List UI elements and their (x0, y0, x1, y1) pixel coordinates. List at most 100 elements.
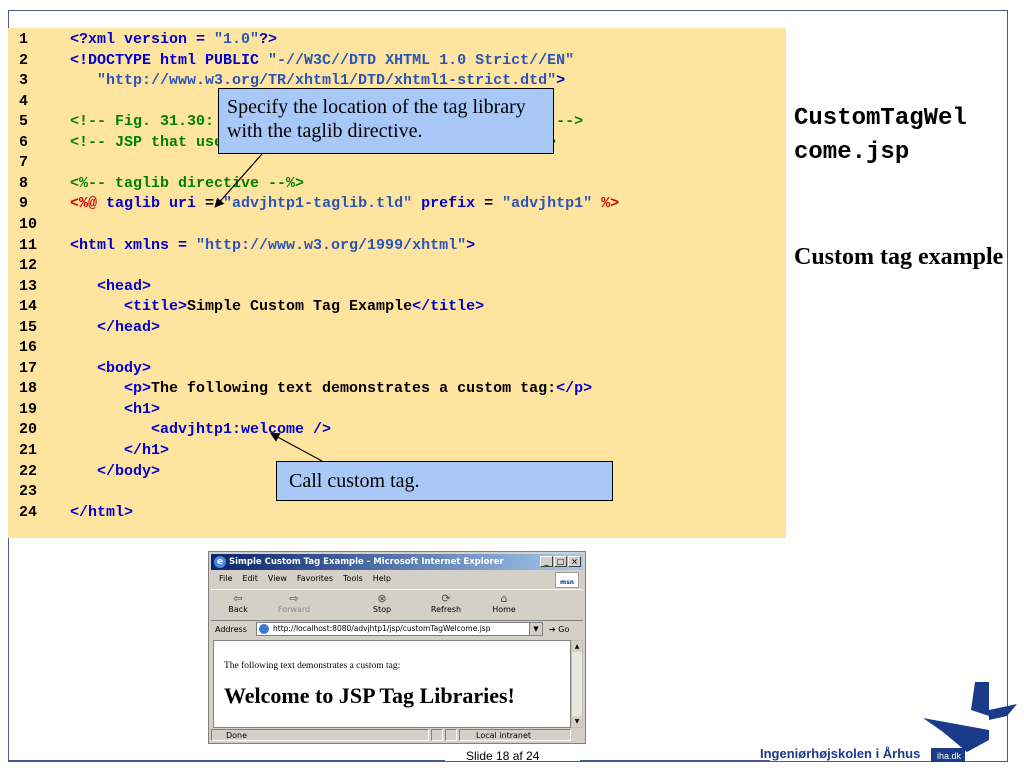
code-token: "-//W3C//DTD XHTML 1.0 Strict//EN" (268, 51, 575, 69)
minimize-button[interactable]: _ (540, 556, 553, 567)
refresh-icon: ⟳ (441, 592, 451, 605)
status-cell-blank-2 (445, 729, 457, 741)
menu-item-file[interactable]: File (219, 571, 232, 587)
browser-titlebar: e Simple Custom Tag Example - Microsoft … (211, 554, 583, 570)
code-token: <advjhtp1:welcome /> (70, 421, 332, 439)
line-number: 2 (19, 51, 29, 69)
menu-item-view[interactable]: View (268, 571, 287, 587)
code-token: <body> (70, 359, 152, 377)
code-token: </body> (70, 462, 161, 480)
side-subtitle: Custom tag example (794, 244, 1004, 270)
code-token: prefix (412, 195, 476, 213)
back-arrow-icon: ⇦ (233, 592, 243, 605)
code-text: <advjhtp1:welcome /> (70, 420, 331, 440)
slide-number: Slide 18 af 24 (466, 749, 540, 763)
code-token: Simple Custom Tag Example (187, 298, 413, 316)
line-number: 16 (19, 339, 38, 357)
code-text: </html> (70, 503, 133, 523)
code-text: <!DOCTYPE html PUBLIC "-//W3C//DTD XHTML… (70, 51, 574, 71)
code-token: "1.0" (214, 31, 260, 48)
callout-taglib-text: Specify the location of the tag library … (227, 96, 526, 142)
footer-line-left (8, 760, 445, 761)
side-title: CustomTagWel come.jsp (794, 105, 967, 166)
address-dropdown-icon[interactable]: ▼ (529, 623, 542, 635)
line-number: 24 (19, 503, 38, 521)
go-arrow-icon: ➔ (549, 625, 556, 634)
scroll-up-icon[interactable]: ▲ (572, 641, 582, 652)
callout-taglib: Specify the location of the tag library … (218, 88, 554, 154)
line-number: 20 (19, 421, 38, 439)
code-token: <%@ (70, 195, 107, 213)
close-button[interactable]: × (568, 556, 581, 567)
stop-icon: ⊗ (377, 592, 387, 605)
code-token: ?> (259, 31, 278, 48)
status-zone: Local intranet (459, 729, 571, 741)
callout-custom-tag-text: Call custom tag. (289, 470, 420, 492)
code-text: <p>The following text demonstrates a cus… (70, 379, 592, 399)
code-text: <title>Simple Custom Tag Example</title> (70, 297, 484, 317)
forward-button[interactable]: ⇨ Forward (269, 592, 319, 614)
refresh-button[interactable]: ⟳ Refresh (421, 592, 471, 614)
page-icon (259, 624, 269, 634)
line-number: 13 (19, 277, 38, 295)
code-text: <?xml version = "1.0"?> (70, 30, 277, 50)
stop-button[interactable]: ⊗ Stop (357, 592, 407, 614)
footer-line-right (580, 760, 770, 761)
forward-arrow-icon: ⇨ (289, 592, 299, 605)
code-token: <title> (70, 298, 188, 316)
line-number: 4 (19, 92, 29, 110)
browser-title: Simple Custom Tag Example - Microsoft In… (229, 557, 504, 567)
code-token: <html xmlns = (70, 236, 197, 254)
line-number: 11 (19, 236, 38, 254)
code-text: <%-- taglib directive --%> (70, 174, 304, 194)
menu-item-tools[interactable]: Tools (343, 571, 363, 587)
content-heading: Welcome to JSP Tag Libraries! (224, 683, 515, 708)
code-text: <%@ taglib uri = "advjhtp1-taglib.tld" p… (70, 194, 619, 214)
line-number: 3 (19, 72, 29, 90)
line-number: 5 (19, 113, 29, 131)
content-paragraph: The following text demonstrates a custom… (224, 661, 401, 671)
menu-item-help[interactable]: Help (373, 571, 391, 587)
code-token: "http://www.w3.org/TR/xhtml1/DTD/xhtml1-… (70, 72, 557, 90)
scroll-down-icon[interactable]: ▼ (572, 716, 582, 727)
code-token: </h1> (70, 442, 170, 459)
menu-item-favorites[interactable]: Favorites (297, 571, 333, 587)
code-token: <%-- taglib directive --%> (70, 174, 305, 192)
code-text: <head> (70, 277, 151, 297)
line-number: 19 (19, 400, 38, 418)
code-token: <?xml version = (70, 31, 215, 48)
callout-custom-tag: Call custom tag. (276, 461, 613, 501)
line-number: 18 (19, 380, 38, 398)
maximize-button[interactable]: □ (554, 556, 567, 567)
status-bar: Done Local intranet (211, 729, 583, 742)
code-token: %> (592, 195, 620, 213)
line-number: 17 (19, 359, 38, 377)
line-number: 6 (19, 133, 29, 151)
menu-item-edit[interactable]: Edit (242, 571, 258, 587)
browser-toolbar: ⇦ Back ⇨ Forward ⊗ Stop ⟳ Refresh ⌂ Home (211, 589, 583, 621)
line-number: 9 (19, 195, 29, 213)
ie-icon: e (214, 556, 226, 568)
status-cell-blank-1 (431, 729, 443, 741)
code-token: <!DOCTYPE html PUBLIC (70, 51, 269, 69)
code-text: <h1> (70, 400, 160, 420)
vertical-scrollbar[interactable]: ▲ ▼ (571, 640, 583, 728)
address-value: http://localhost:8080/advjhtp1/jsp/custo… (273, 624, 491, 633)
code-token: </html> (70, 503, 134, 521)
home-button[interactable]: ⌂ Home (479, 592, 529, 614)
code-token: <p> (70, 380, 152, 398)
code-text: </head> (70, 318, 160, 338)
code-text: </body> (70, 462, 160, 482)
back-button[interactable]: ⇦ Back (213, 592, 263, 614)
code-token: "advjhtp1-taglib.tld" (223, 195, 413, 213)
code-token: <head> (70, 277, 152, 295)
code-token: "advjhtp1" (502, 195, 593, 213)
address-input[interactable]: http://localhost:8080/advjhtp1/jsp/custo… (256, 622, 543, 636)
go-button[interactable]: ➔ Go (549, 621, 569, 638)
address-bar: Address http://localhost:8080/advjhtp1/j… (211, 621, 583, 638)
address-label: Address (215, 625, 247, 634)
code-token: > (556, 72, 566, 90)
code-text: </h1> (70, 441, 169, 461)
code-token: > (466, 236, 476, 254)
code-text: <body> (70, 359, 151, 379)
